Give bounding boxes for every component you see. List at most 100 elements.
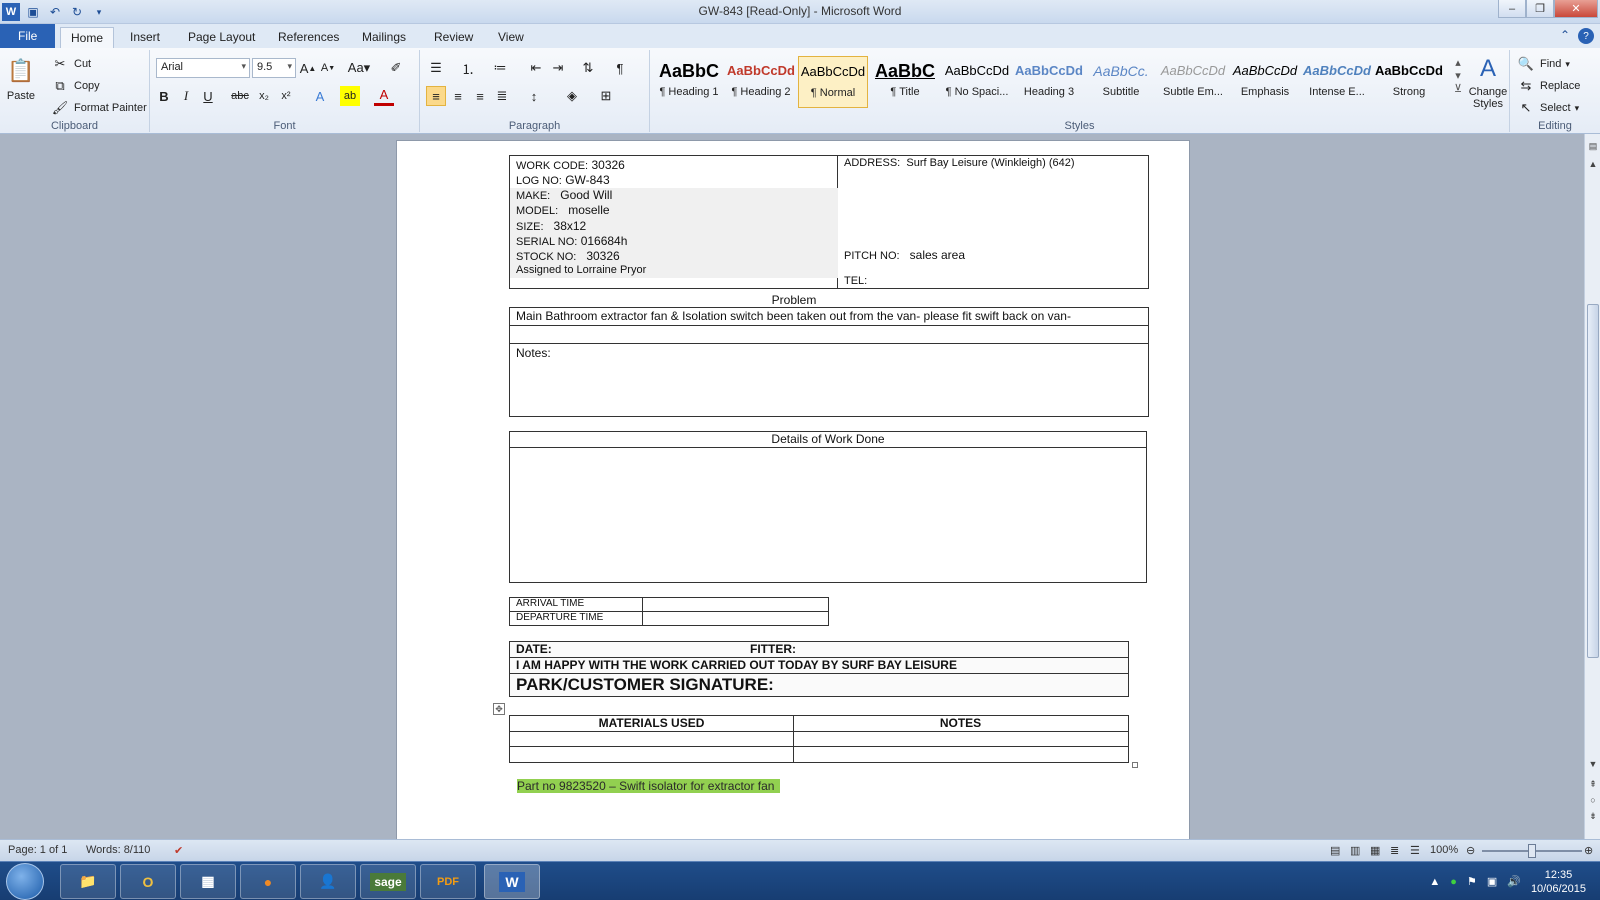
- previous-page-icon[interactable]: ⇞: [1585, 776, 1600, 792]
- tab-page-layout[interactable]: Page Layout: [178, 27, 265, 48]
- style-strong[interactable]: AaBbCcDd Strong: [1374, 56, 1444, 108]
- browse-object-icon[interactable]: ○: [1585, 792, 1600, 808]
- network-icon[interactable]: ▣: [1487, 875, 1497, 888]
- font-size-combo[interactable]: 9.5 ▾: [252, 58, 296, 78]
- select-button[interactable]: ↖ Select ▾: [1516, 98, 1580, 118]
- taskbar-explorer[interactable]: 📁: [60, 864, 116, 899]
- subscript-icon[interactable]: x₂: [254, 86, 274, 106]
- start-button-icon[interactable]: [6, 863, 44, 900]
- font-family-combo[interactable]: Arial ▾: [156, 58, 250, 78]
- more-styles-icon[interactable]: ⊻: [1454, 82, 1462, 95]
- font-color-icon[interactable]: A: [374, 86, 394, 106]
- help-icon[interactable]: ?: [1578, 28, 1594, 44]
- numbering-icon[interactable]: ⒈: [458, 58, 478, 78]
- borders-icon[interactable]: ⊞: [596, 86, 616, 106]
- zoom-slider-thumb[interactable]: [1528, 844, 1536, 858]
- format-painter-button[interactable]: 🖌 Format Painter: [50, 98, 147, 118]
- tab-review[interactable]: Review: [424, 27, 483, 48]
- style-emphasis[interactable]: AaBbCcDd Emphasis: [1230, 56, 1300, 108]
- page-count[interactable]: Page: 1 of 1: [8, 844, 67, 856]
- style-title[interactable]: AaBbC ¶ Title: [870, 56, 940, 108]
- find-button[interactable]: 🔍 Find ▾: [1516, 54, 1570, 74]
- zoom-out-icon[interactable]: ⊖: [1466, 844, 1475, 857]
- style-heading-3[interactable]: AaBbCcDd Heading 3: [1014, 56, 1084, 108]
- zoom-slider[interactable]: [1482, 844, 1582, 858]
- tray-status-icon[interactable]: ●: [1450, 876, 1457, 888]
- change-case-icon[interactable]: Aa▾: [346, 58, 372, 78]
- tab-view[interactable]: View: [488, 27, 534, 48]
- multilevel-list-icon[interactable]: ≔: [490, 58, 510, 78]
- style-subtitle[interactable]: AaBbCc. Subtitle: [1086, 56, 1156, 108]
- part-text[interactable]: Part no 9823520 – Swift isolator for ext…: [517, 779, 781, 793]
- table-move-handle-icon[interactable]: ✥: [493, 703, 505, 715]
- tab-insert[interactable]: Insert: [120, 27, 170, 48]
- taskbar-word[interactable]: W: [484, 864, 540, 899]
- grow-font-icon[interactable]: A ▲: [298, 58, 318, 78]
- align-left-icon[interactable]: ≡: [426, 86, 446, 106]
- view-full-screen-icon[interactable]: ▥: [1350, 844, 1360, 857]
- paste-button[interactable]: 📋 Paste: [6, 54, 36, 102]
- clear-formatting-icon[interactable]: ✐: [386, 58, 406, 78]
- scroll-thumb[interactable]: [1587, 304, 1599, 658]
- view-outline-icon[interactable]: ≣: [1390, 844, 1399, 857]
- shading-icon[interactable]: ◈: [562, 86, 582, 106]
- view-web-layout-icon[interactable]: ▦: [1370, 844, 1380, 857]
- scroll-down-arrow-icon[interactable]: ▼: [1585, 756, 1600, 772]
- zoom-level[interactable]: 100%: [1430, 844, 1458, 856]
- minimize-ribbon-icon[interactable]: ⌃: [1560, 28, 1570, 44]
- bullets-icon[interactable]: ☰: [426, 58, 446, 78]
- taskbar-calendar[interactable]: ▦: [180, 864, 236, 899]
- view-print-layout-icon[interactable]: ▤: [1330, 844, 1340, 857]
- show-formatting-icon[interactable]: ¶: [610, 58, 630, 78]
- zoom-in-icon[interactable]: ⊕: [1584, 844, 1593, 857]
- styles-scroll[interactable]: ▴ ▾ ⊻: [1448, 56, 1468, 95]
- word-count[interactable]: Words: 8/110: [86, 844, 150, 856]
- ruler-toggle-icon[interactable]: ▤: [1585, 138, 1600, 154]
- action-center-icon[interactable]: ⚑: [1467, 875, 1477, 888]
- next-page-icon[interactable]: ⇟: [1585, 808, 1600, 824]
- view-draft-icon[interactable]: ☰: [1410, 844, 1420, 857]
- table-resize-handle-icon[interactable]: [1132, 762, 1138, 768]
- decrease-indent-icon[interactable]: ⇤: [526, 58, 546, 78]
- style-no-spacing[interactable]: AaBbCcDd ¶ No Spaci...: [942, 56, 1012, 108]
- change-styles-button[interactable]: A Change Styles: [1466, 54, 1510, 110]
- volume-icon[interactable]: 🔊: [1507, 875, 1521, 888]
- cut-button[interactable]: ✂ Cut: [50, 54, 92, 74]
- taskbar-sage[interactable]: sage: [360, 864, 416, 899]
- maximize-button[interactable]: ❐: [1526, 0, 1554, 18]
- scroll-down-icon[interactable]: ▾: [1455, 69, 1461, 82]
- vertical-scrollbar[interactable]: ▤ ▲ ▼ ⇞ ○ ⇟: [1584, 134, 1600, 839]
- align-center-icon[interactable]: ≡: [448, 86, 468, 106]
- underline-icon[interactable]: U: [198, 86, 218, 106]
- taskbar-contacts[interactable]: 👤: [300, 864, 356, 899]
- align-right-icon[interactable]: ≡: [470, 86, 490, 106]
- tray-expand-icon[interactable]: ▲: [1429, 876, 1440, 888]
- text-effects-icon[interactable]: A: [310, 86, 330, 106]
- style-subtle-emphasis[interactable]: AaBbCcDd Subtle Em...: [1158, 56, 1228, 108]
- increase-indent-icon[interactable]: ⇥: [548, 58, 568, 78]
- style-normal[interactable]: AaBbCcDd ¶ Normal: [798, 56, 868, 108]
- highlight-icon[interactable]: ab: [340, 86, 360, 106]
- superscript-icon[interactable]: x²: [276, 86, 296, 106]
- close-button[interactable]: ✕: [1554, 0, 1598, 18]
- replace-button[interactable]: ⇆ Replace: [1516, 76, 1581, 96]
- taskbar-pdf[interactable]: PDF: [420, 864, 476, 899]
- shrink-font-icon[interactable]: A ▼: [318, 58, 338, 78]
- strikethrough-icon[interactable]: abc: [230, 86, 250, 106]
- document-page[interactable]: WORK CODE: 30326 LOG NO: GW-843 MAKE: Go…: [396, 140, 1190, 839]
- tab-home[interactable]: Home: [60, 27, 115, 48]
- tab-references[interactable]: References: [268, 27, 349, 48]
- line-spacing-icon[interactable]: ↕: [524, 86, 544, 106]
- italic-icon[interactable]: I: [176, 86, 196, 106]
- clock[interactable]: 12:35 10/06/2015: [1531, 868, 1586, 896]
- tab-file[interactable]: File: [0, 24, 56, 48]
- style-intense-emphasis[interactable]: AaBbCcDd Intense E...: [1302, 56, 1372, 108]
- proofing-icon[interactable]: ✔: [174, 844, 183, 857]
- taskbar-firefox[interactable]: ●: [240, 864, 296, 899]
- justify-icon[interactable]: ≣: [492, 86, 512, 106]
- sort-icon[interactable]: ⇅: [578, 58, 598, 78]
- minimize-button[interactable]: –: [1498, 0, 1526, 18]
- tab-mailings[interactable]: Mailings: [352, 27, 416, 48]
- style-heading-1[interactable]: AaBbC ¶ Heading 1: [654, 56, 724, 108]
- bold-icon[interactable]: B: [154, 86, 174, 106]
